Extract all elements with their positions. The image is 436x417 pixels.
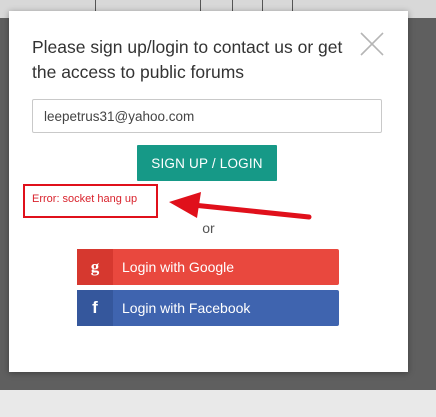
signup-login-button[interactable]: SIGN UP / LOGIN (137, 145, 277, 181)
login-with-google-button[interactable]: g Login with Google (77, 249, 339, 285)
login-modal: Please sign up/login to contact us or ge… (9, 11, 408, 372)
facebook-icon: f (77, 290, 113, 326)
modal-title: Please sign up/login to contact us or ge… (32, 37, 343, 82)
or-separator: or (202, 220, 215, 236)
google-icon: g (77, 249, 113, 285)
login-with-facebook-button[interactable]: f Login with Facebook (77, 290, 339, 326)
error-message: Error: socket hang up (32, 193, 138, 205)
close-icon[interactable] (359, 31, 385, 57)
facebook-button-label: Login with Facebook (122, 300, 251, 316)
google-button-label: Login with Google (122, 259, 235, 275)
email-input[interactable] (32, 99, 382, 133)
background-footer (0, 390, 436, 417)
